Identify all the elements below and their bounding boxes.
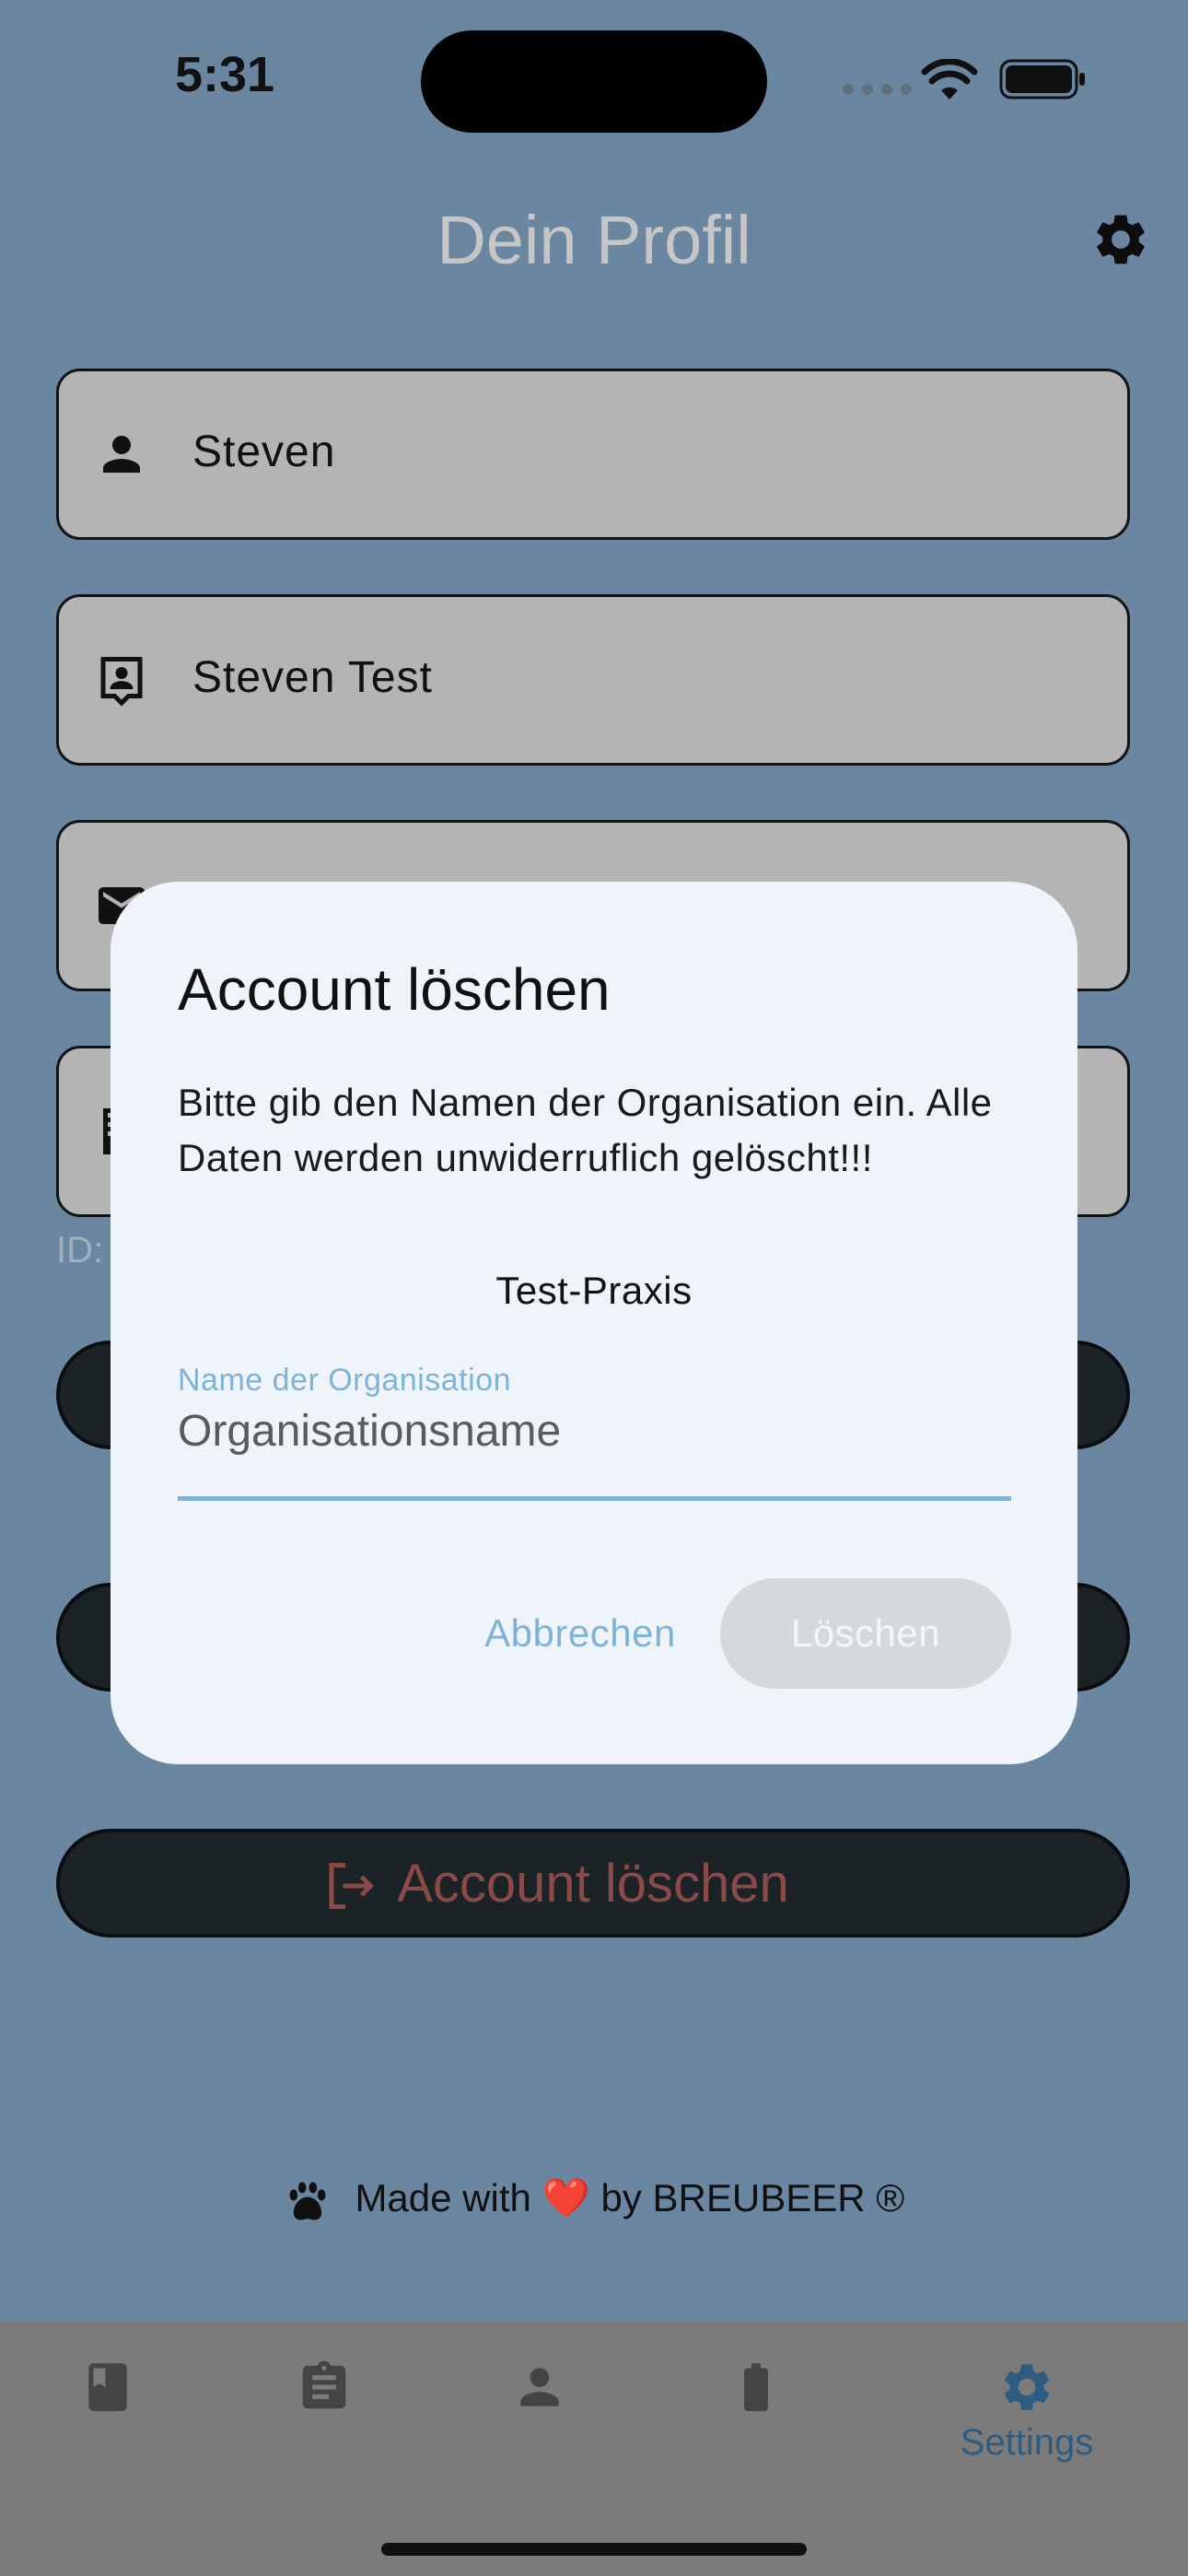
full-name-value: Steven Test bbox=[192, 653, 433, 702]
tab-battery[interactable] bbox=[696, 2359, 816, 2422]
battery-status-icon bbox=[999, 59, 1085, 100]
delete-account-dialog: Account löschen Bitte gib den Namen der … bbox=[111, 882, 1077, 1764]
wifi-icon bbox=[921, 59, 978, 100]
dynamic-island bbox=[421, 30, 767, 133]
tab-settings-label: Settings bbox=[960, 2422, 1094, 2463]
tab-clipboard[interactable] bbox=[264, 2359, 384, 2422]
tab-book[interactable] bbox=[48, 2359, 168, 2422]
gear-icon[interactable] bbox=[1090, 209, 1151, 270]
first-name-value: Steven bbox=[192, 427, 336, 476]
status-time: 5:31 bbox=[175, 47, 275, 102]
footer-credit: Made with ❤️ by BREUBEER ® bbox=[0, 2176, 1188, 2225]
app-screen: 5:31 Dein Profil Steven Steven Test ID: … bbox=[0, 0, 1188, 2576]
organisation-input-label: Name der Organisation bbox=[178, 1363, 512, 1398]
battery-icon bbox=[744, 2363, 768, 2411]
home-indicator[interactable] bbox=[381, 2543, 807, 2556]
clipboard-icon bbox=[302, 2360, 346, 2409]
gear-icon bbox=[1004, 2364, 1050, 2410]
confirm-delete-button[interactable]: Löschen bbox=[720, 1578, 1011, 1689]
user-id-label: ID: bbox=[56, 1230, 104, 1270]
paw-logo-icon bbox=[289, 2182, 326, 2220]
footer-by: by BREUBEER ® bbox=[600, 2176, 905, 2219]
heart-icon: ❤️ bbox=[542, 2176, 590, 2219]
contact-badge-icon bbox=[100, 657, 143, 707]
signal-icon bbox=[843, 83, 920, 100]
dialog-message: Bitte gib den Namen der Organisation ein… bbox=[178, 1081, 993, 1179]
organisation-name: Test-Praxis bbox=[495, 1269, 693, 1312]
page-title: Dein Profil bbox=[437, 202, 751, 278]
person-icon bbox=[103, 436, 140, 473]
tab-profile[interactable] bbox=[480, 2359, 600, 2422]
tab-settings[interactable]: Settings bbox=[921, 2359, 1133, 2464]
delete-account-button[interactable]: Account löschen bbox=[56, 1829, 1130, 1938]
first-name-field[interactable]: Steven bbox=[56, 369, 1130, 540]
delete-account-label: Account löschen bbox=[397, 1854, 789, 1914]
input-underline bbox=[178, 1496, 1011, 1501]
footer-made-with: Made with bbox=[355, 2176, 531, 2219]
organisation-input[interactable] bbox=[178, 1403, 1011, 1458]
person-icon bbox=[520, 2368, 559, 2406]
full-name-field[interactable]: Steven Test bbox=[56, 594, 1130, 766]
dialog-title: Account löschen bbox=[178, 956, 611, 1023]
cancel-button[interactable]: Abbrechen bbox=[451, 1578, 709, 1689]
book-icon bbox=[88, 2363, 127, 2411]
tab-bar: Settings bbox=[0, 2322, 1188, 2576]
